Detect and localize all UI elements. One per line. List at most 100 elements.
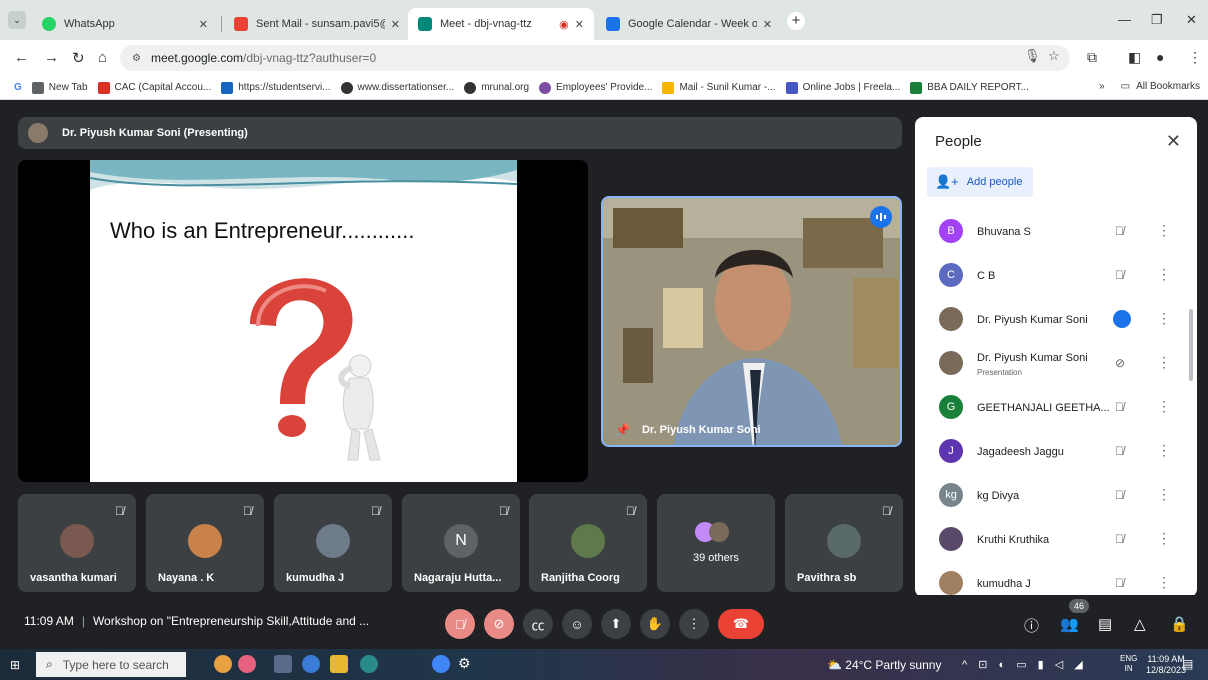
file-explorer-icon[interactable] xyxy=(330,655,348,673)
close-window-icon[interactable]: ✕ xyxy=(1186,12,1197,28)
more-options-icon[interactable]: ⋮ xyxy=(1157,310,1171,327)
tab-whatsapp[interactable]: WhatsApp ✕ xyxy=(32,8,218,40)
participant-tile[interactable]: 🎙̸ vasantha kumari xyxy=(18,494,136,592)
minimize-icon[interactable]: — xyxy=(1118,12,1131,27)
tab-meet[interactable]: Meet - dbj-vnag-ttz ◉ ✕ xyxy=(408,8,594,40)
speaking-indicator-icon xyxy=(1113,310,1131,328)
search-highlight-icon[interactable] xyxy=(238,655,256,673)
edge-icon[interactable] xyxy=(302,655,320,673)
list-item[interactable]: B Bhuvana S 🎙̸ ⋮ xyxy=(915,212,1185,252)
recording-icon: ◉ xyxy=(559,18,569,31)
more-options-icon[interactable]: ⋮ xyxy=(1157,530,1171,547)
reload-icon[interactable]: ↻ xyxy=(72,49,85,67)
camera-toggle-button[interactable]: ⊘ xyxy=(484,609,514,639)
more-options-icon[interactable]: ⋮ xyxy=(1157,442,1171,459)
all-bookmarks-button[interactable]: All Bookmarks xyxy=(1136,81,1200,92)
bookmark-epf[interactable]: Employees' Provide... xyxy=(539,81,652,94)
list-item[interactable]: Dr. Piyush Kumar Soni Presentation ⊘ ⋮ xyxy=(915,344,1185,384)
menu-icon[interactable]: ⋮ xyxy=(1188,49,1202,66)
leave-call-button[interactable]: ☎ xyxy=(718,609,764,639)
taskbar-search[interactable]: ⌕ Type here to search xyxy=(36,652,186,677)
activities-icon[interactable]: △ xyxy=(1134,615,1146,633)
captions-button[interactable]: ㏄ xyxy=(523,609,553,639)
bookmark-mail[interactable]: Mail - Sunil Kumar -... xyxy=(662,81,776,94)
reactions-button[interactable]: ☺ xyxy=(562,609,592,639)
participant-tile[interactable]: 🎙̸ Nayana . K xyxy=(146,494,264,592)
windows-start-icon[interactable]: ⊞ xyxy=(10,658,20,672)
more-options-icon[interactable]: ⋮ xyxy=(1157,398,1171,415)
others-tile[interactable]: 39 others xyxy=(657,494,775,592)
task-view-icon[interactable] xyxy=(274,655,292,673)
participant-tile[interactable]: 🎙̸ Pavithra sb xyxy=(785,494,903,592)
scrollbar[interactable] xyxy=(1189,309,1193,381)
list-item[interactable]: G GEETHANJALI GEETHA... 🎙̸ ⋮ xyxy=(915,388,1185,428)
bookmark-studentservices[interactable]: https://studentservi... xyxy=(221,81,331,94)
side-panel-icon[interactable]: ◧ xyxy=(1128,49,1141,66)
more-options-icon[interactable]: ⋮ xyxy=(1157,486,1171,503)
system-tray-icons[interactable]: ^ ⊡ ◐ ▭ ▮ ◁ ◢ xyxy=(962,658,1087,671)
close-tab-icon[interactable]: ✕ xyxy=(575,18,584,31)
bookmark-mrunal[interactable]: mrunal.org xyxy=(464,81,529,94)
home-icon[interactable]: ⌂ xyxy=(98,49,107,66)
list-item[interactable]: Kruthi Kruthika 🎙̸ ⋮ xyxy=(915,520,1185,560)
participant-tile[interactable]: 🎙̸ kumudha J xyxy=(274,494,392,592)
chat-icon[interactable]: ▤ xyxy=(1098,615,1112,633)
profile-icon[interactable]: ● xyxy=(1156,49,1164,65)
store-icon[interactable] xyxy=(360,655,378,673)
bookmark-star-icon[interactable]: ☆ xyxy=(1048,48,1060,64)
close-tab-icon[interactable]: ✕ xyxy=(763,18,772,31)
bookmark-new-tab[interactable]: New Tab xyxy=(31,81,88,94)
bookmark-bba-report[interactable]: BBA DAILY REPORT... xyxy=(910,81,1029,94)
present-button[interactable]: ⬆ xyxy=(601,609,631,639)
outlook-icon xyxy=(221,81,234,94)
taskbar-clock[interactable]: 11:09 AM 12/8/2023 xyxy=(1146,654,1186,676)
new-tab-button[interactable]: + xyxy=(787,12,805,30)
list-item[interactable]: kumudha J 🎙̸ ⋮ xyxy=(915,564,1185,597)
microphone-icon[interactable]: 🎙 xyxy=(1024,48,1041,64)
url-bar[interactable]: ⚙ meet.google.com /dbj-vnag-ttz?authuser… xyxy=(120,45,1070,71)
add-people-button[interactable]: 👤+ Add people xyxy=(927,167,1033,197)
list-item[interactable]: J Jagadeesh Jaggu 🎙̸ ⋮ xyxy=(915,432,1185,472)
mic-toggle-button[interactable]: 🎙̸ xyxy=(445,609,475,639)
site-info-icon[interactable]: ⚙ xyxy=(132,53,141,64)
people-icon[interactable]: 👥 xyxy=(1060,615,1079,633)
google-icon[interactable]: G xyxy=(14,82,22,93)
participant-tile[interactable]: 🎙̸ N Nagaraju Hutta... xyxy=(402,494,520,592)
more-options-icon[interactable]: ⋮ xyxy=(1157,354,1171,371)
list-item[interactable]: C C B 🎙̸ ⋮ xyxy=(915,256,1185,296)
language-indicator[interactable]: ENG IN xyxy=(1120,654,1137,674)
forward-icon[interactable]: → xyxy=(44,49,59,66)
close-icon[interactable]: ✕ xyxy=(1166,131,1181,152)
raise-hand-button[interactable]: ✋ xyxy=(640,609,670,639)
meeting-details-icon[interactable]: ⓘ xyxy=(1024,615,1039,636)
cookie-icon[interactable] xyxy=(214,655,232,673)
speaker-video-tile[interactable]: 📌 Dr. Piyush Kumar Soni xyxy=(601,196,902,447)
bookmark-cac[interactable]: CAC (Capital Accou... xyxy=(97,81,211,94)
host-controls-icon[interactable]: 🔒 xyxy=(1170,615,1189,633)
more-options-icon[interactable]: ⋮ xyxy=(1157,222,1171,239)
presentation-stage[interactable]: Who is an Entrepreneur............ xyxy=(18,160,588,482)
participant-name: vasantha kumari xyxy=(30,572,117,584)
more-options-button[interactable]: ⋮ xyxy=(679,609,709,639)
more-options-icon[interactable]: ⋮ xyxy=(1157,266,1171,283)
sheets-icon xyxy=(910,81,923,94)
notification-icon[interactable]: ▤ xyxy=(1182,657,1193,671)
weather-widget[interactable]: ⛅ 24°C Partly sunny xyxy=(827,658,941,672)
maximize-icon[interactable]: ❐ xyxy=(1151,12,1163,28)
close-tab-icon[interactable]: ✕ xyxy=(391,18,400,31)
tab-gmail[interactable]: Sent Mail - sunsam.pavi5@gm ✕ xyxy=(224,8,410,40)
bookmarks-overflow-button[interactable]: » xyxy=(1099,81,1105,92)
close-tab-icon[interactable]: ✕ xyxy=(199,18,208,31)
chrome-icon[interactable] xyxy=(432,655,450,673)
bookmark-dissertation[interactable]: www.dissertationser... xyxy=(340,81,454,94)
participant-tile[interactable]: 🎙̸ Ranjitha Coorg xyxy=(529,494,647,592)
back-icon[interactable]: ← xyxy=(14,49,29,66)
list-item[interactable]: Dr. Piyush Kumar Soni ⋮ xyxy=(915,300,1185,340)
bookmark-online-jobs[interactable]: Online Jobs | Freela... xyxy=(785,81,900,94)
tab-search-button[interactable]: ⌄ xyxy=(8,11,26,29)
more-options-icon[interactable]: ⋮ xyxy=(1157,574,1171,591)
extensions-icon[interactable]: ⧉ xyxy=(1087,49,1097,66)
settings-gear-icon[interactable]: ⚙ xyxy=(458,655,476,673)
list-item[interactable]: kg kg Divya 🎙̸ ⋮ xyxy=(915,476,1185,516)
tab-calendar[interactable]: Google Calendar - Week of Dec ✕ xyxy=(596,8,782,40)
